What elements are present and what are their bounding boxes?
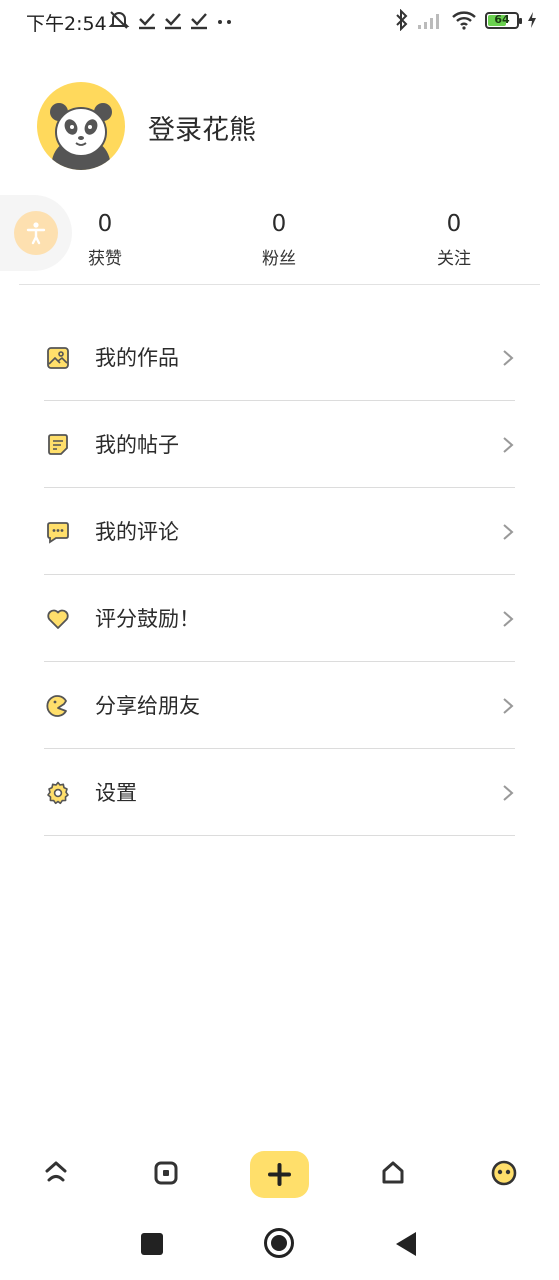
stat-following[interactable]: 0 关注 — [404, 210, 504, 270]
chevron-right-icon — [503, 611, 514, 627]
login-link[interactable]: 登录花熊 — [148, 108, 256, 147]
charging-bolt-icon — [528, 12, 536, 28]
accessibility-button[interactable] — [14, 211, 58, 255]
chevron-right-icon — [503, 785, 514, 801]
stat-likes-value: 0 — [97, 211, 113, 237]
add-icon — [268, 1163, 291, 1186]
menu-item-label: 我的作品 — [95, 346, 179, 370]
signal-icon — [418, 14, 439, 29]
menu-list: 我的作品 我的帖子 我的评论 评分鼓励！ 分享给朋友 设置 — [44, 314, 515, 836]
battery-indicator: 64 — [485, 11, 522, 29]
menu-item-my-posts[interactable]: 我的帖子 — [44, 401, 515, 488]
heart-icon — [47, 609, 69, 629]
profile-face-icon[interactable] — [489, 1158, 519, 1188]
square-icon[interactable] — [151, 1158, 181, 1188]
stat-fans-value: 0 — [271, 211, 287, 237]
status-system-icons: 64 — [395, 9, 537, 31]
more-dots-icon — [218, 20, 231, 24]
check-icon — [191, 13, 207, 30]
back-triangle-icon[interactable] — [394, 1230, 418, 1258]
accessibility-icon — [26, 222, 46, 245]
stat-fans-label: 粉丝 — [262, 249, 296, 269]
avatar[interactable] — [37, 82, 125, 170]
menu-item-label: 我的评论 — [95, 520, 179, 544]
share-icon — [46, 695, 67, 717]
chevron-right-icon — [503, 437, 514, 453]
bluetooth-icon — [396, 9, 408, 31]
check-icon — [165, 13, 181, 30]
menu-item-my-works[interactable]: 我的作品 — [44, 314, 515, 401]
recents-square-icon[interactable] — [140, 1232, 164, 1256]
menu-item-share[interactable]: 分享给朋友 — [44, 662, 515, 749]
gear-icon — [47, 781, 69, 805]
menu-item-rate-us[interactable]: 评分鼓励！ — [44, 575, 515, 662]
stat-likes[interactable]: 0 获赞 — [55, 210, 155, 270]
house-icon[interactable] — [378, 1158, 408, 1188]
add-button[interactable] — [250, 1151, 309, 1198]
wifi-icon — [452, 11, 476, 30]
check-icon — [139, 13, 155, 30]
stat-fans[interactable]: 0 粉丝 — [229, 210, 329, 270]
menu-item-label: 设置 — [95, 781, 137, 805]
stat-likes-label: 获赞 — [88, 249, 122, 269]
home-circle-icon[interactable] — [263, 1227, 295, 1259]
menu-item-label: 评分鼓励！ — [95, 607, 200, 631]
menu-item-my-comments[interactable]: 我的评论 — [44, 488, 515, 575]
menu-item-label: 分享给朋友 — [95, 694, 200, 718]
stats-divider — [19, 284, 540, 285]
menu-item-label: 我的帖子 — [95, 433, 179, 457]
image-icon — [47, 347, 69, 369]
home-icon[interactable] — [41, 1158, 71, 1188]
status-notification-icons — [108, 9, 234, 31]
mute-bell-icon — [108, 11, 130, 29]
chevron-right-icon — [503, 698, 514, 714]
status-time: 下午2:54 — [26, 13, 107, 35]
system-navigation-bar — [0, 1215, 559, 1275]
stat-following-value: 0 — [446, 211, 462, 237]
bottom-tab-bar — [0, 1148, 559, 1202]
stat-following-label: 关注 — [437, 249, 471, 269]
chevron-right-icon — [503, 524, 514, 540]
panda-avatar-icon — [50, 103, 112, 170]
menu-item-settings[interactable]: 设置 — [44, 749, 515, 836]
status-bar: 下午2:54 64 — [0, 0, 559, 44]
chevron-right-icon — [503, 350, 514, 366]
note-icon — [48, 434, 68, 455]
battery-level: 64 — [494, 12, 510, 26]
comment-icon — [47, 522, 69, 544]
